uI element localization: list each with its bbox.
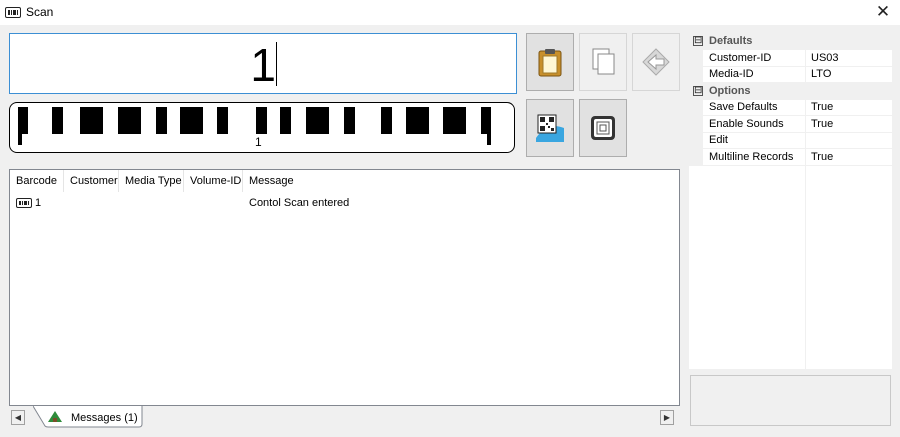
tab-messages-label: Messages (1) (71, 412, 138, 424)
column-header-media-type[interactable]: Media Type (119, 170, 184, 192)
back-button[interactable] (632, 33, 680, 91)
barcode-icon (16, 198, 32, 208)
category-label: Defaults (709, 35, 753, 47)
text-caret (276, 42, 277, 86)
property-row-save-defaults[interactable]: Save Defaults True (689, 99, 892, 116)
tab-messages[interactable]: Messages (1) (33, 406, 143, 428)
barcode-icon (5, 7, 21, 18)
property-value[interactable]: True (811, 101, 833, 113)
table-row[interactable]: 1 Contol Scan entered (10, 194, 679, 212)
close-icon[interactable]: ✕ (866, 0, 900, 25)
property-name: Save Defaults (709, 101, 778, 113)
column-splitter[interactable] (805, 165, 806, 369)
messages-icon (48, 411, 62, 422)
category-defaults[interactable]: ⊟ Defaults (689, 33, 892, 50)
collapse-icon[interactable]: ⊟ (693, 86, 703, 96)
cell-message: Contol Scan entered (249, 197, 350, 209)
rfid-tag-button[interactable] (579, 99, 627, 157)
window-title: Scan (26, 5, 54, 19)
clipboard-icon (538, 49, 562, 77)
property-value[interactable]: True (811, 118, 833, 130)
property-name: Multiline Records (709, 151, 794, 163)
category-label: Options (709, 85, 751, 97)
paste-button[interactable] (526, 33, 574, 91)
qr-code-icon (536, 114, 564, 142)
rfid-tag-icon (591, 116, 615, 140)
copy-pages-icon (592, 48, 615, 75)
records-list[interactable]: Barcode Customer Media Type Volume-ID Me… (9, 169, 680, 406)
property-value[interactable]: LTO (811, 68, 831, 80)
barcode-display: 1 (9, 102, 515, 153)
barcode-text: 1 (254, 135, 263, 149)
scroll-left-button[interactable]: ◀ (11, 410, 25, 425)
scroll-right-button[interactable]: ▶ (660, 410, 674, 425)
scan-input[interactable]: 1 (9, 33, 517, 94)
property-name: Edit (709, 134, 728, 146)
collapse-icon[interactable]: ⊟ (693, 36, 703, 46)
property-row-enable-sounds[interactable]: Enable Sounds True (689, 116, 892, 133)
title-bar: Scan ✕ (0, 0, 900, 25)
property-row-multiline-records[interactable]: Multiline Records True (689, 149, 892, 166)
qr-code-button[interactable] (526, 99, 574, 157)
copy-button[interactable] (579, 33, 627, 91)
list-header: Barcode Customer Media Type Volume-ID Me… (10, 170, 679, 192)
property-row-customer-id[interactable]: Customer-ID US03 (689, 50, 892, 67)
property-name: Enable Sounds (709, 118, 784, 130)
column-header-customer[interactable]: Customer (64, 170, 119, 192)
property-row-media-id[interactable]: Media-ID LTO (689, 66, 892, 83)
column-header-volume-id[interactable]: Volume-ID (184, 170, 243, 192)
property-grid[interactable]: ⊟ Defaults Customer-ID US03 Media-ID LTO… (689, 33, 892, 369)
column-header-message[interactable]: Message (243, 170, 303, 192)
property-row-edit[interactable]: Edit (689, 132, 892, 149)
category-options[interactable]: ⊟ Options (689, 83, 892, 100)
property-value[interactable]: True (811, 151, 833, 163)
property-name: Media-ID (709, 68, 754, 80)
scan-value: 1 (250, 39, 276, 91)
cell-barcode: 1 (35, 197, 42, 209)
property-description-pane (690, 375, 891, 426)
tab-strip: ◀ Messages (1) ▶ (9, 406, 680, 428)
back-arrow-icon (642, 48, 670, 76)
column-header-barcode[interactable]: Barcode (10, 170, 64, 192)
property-value[interactable]: US03 (811, 52, 839, 64)
property-name: Customer-ID (709, 52, 772, 64)
window-body: 1 1 Barcode Customer Media Type Volume-I… (0, 25, 900, 437)
